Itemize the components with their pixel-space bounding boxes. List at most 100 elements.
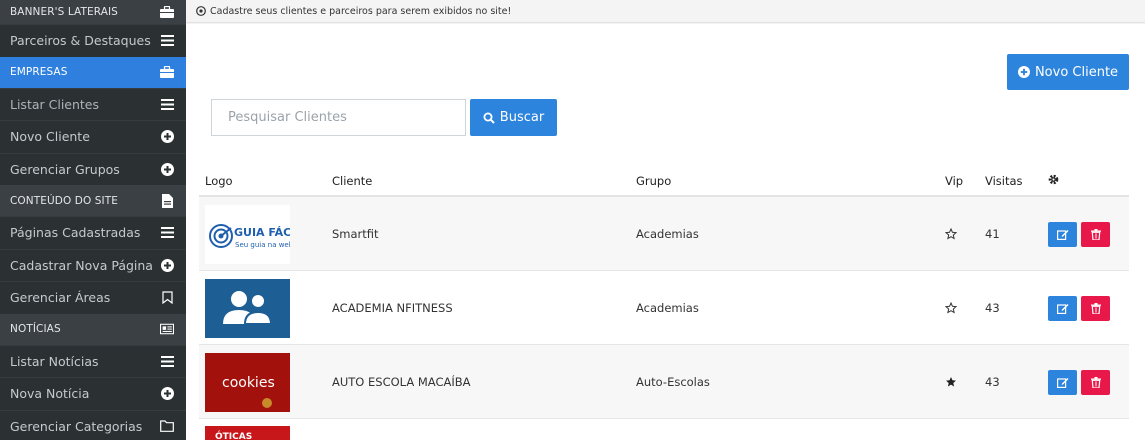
table-header: Logo Cliente Grupo Vip Visitas	[199, 164, 1129, 197]
logo-text: GUIA FÁCIL	[234, 226, 290, 239]
info-bar: Cadastre seus clientes e parceiros para …	[186, 0, 1145, 23]
client-visits: 41	[985, 227, 1000, 241]
sidebar-item-cadastrar-pagina[interactable]: Cadastrar Nova Página	[0, 248, 186, 282]
menu-icon	[160, 226, 174, 240]
client-visits: 43	[985, 375, 1000, 389]
client-name: AUTO ESCOLA MACAÍBA	[332, 375, 471, 389]
bookmark-icon	[160, 291, 174, 305]
sidebar-header-label: BANNER'S LATERAIS	[10, 6, 118, 18]
sidebar-item-label: Parceiros & Destaques	[10, 33, 151, 49]
edit-icon	[1056, 303, 1068, 314]
plus-circle-icon	[160, 387, 174, 401]
edit-icon	[1056, 377, 1068, 388]
sidebar-item-gerenciar-categorias[interactable]: Gerenciar Categorias	[0, 409, 186, 440]
edit-icon	[1056, 229, 1068, 240]
column-header-cliente: Cliente	[332, 174, 373, 188]
delete-button[interactable]	[1081, 221, 1110, 247]
sidebar-item-label: Cadastrar Nova Página	[10, 257, 153, 273]
plus-circle-icon	[160, 130, 174, 144]
folder-icon	[160, 419, 174, 433]
table-row: ÓTICAS	[199, 419, 1129, 440]
menu-icon	[160, 354, 174, 368]
sidebar-item-label: Gerenciar Áreas	[10, 290, 111, 306]
sidebar-item-listar-clientes[interactable]: Listar Clientes	[0, 87, 186, 121]
search-icon	[483, 112, 495, 124]
edit-button[interactable]	[1048, 295, 1077, 321]
sidebar: BANNER'S LATERAIS Parceiros & Destaques …	[0, 0, 186, 440]
sidebar-header-label: CONTEÚDO DO SITE	[10, 194, 118, 207]
plus-circle-icon	[160, 162, 174, 176]
clients-table: Logo Cliente Grupo Vip Visitas GUIA FÁC …	[199, 164, 1129, 440]
search-button-label: Buscar	[499, 110, 545, 125]
briefcase-icon	[160, 65, 174, 79]
info-bar-text: Cadastre seus clientes e parceiros para …	[210, 5, 512, 17]
sidebar-item-gerenciar-areas[interactable]: Gerenciar Áreas	[0, 281, 186, 314]
client-logo-cell: GUIA FÁCIL Seu guia na web	[205, 197, 290, 271]
client-group: Academias	[636, 227, 699, 241]
column-header-logo: Logo	[205, 174, 233, 188]
vip-star-filled-icon[interactable]	[945, 345, 957, 419]
client-group: Auto-Escolas	[636, 375, 710, 389]
sidebar-item-label: Páginas Cadastradas	[10, 225, 141, 241]
edit-button[interactable]	[1048, 221, 1077, 247]
row-actions	[1048, 345, 1114, 419]
people-logo	[205, 278, 290, 338]
sidebar-item-label: Gerenciar Grupos	[10, 161, 120, 177]
sidebar-item-label: Gerenciar Categorias	[10, 418, 143, 434]
guia-facil-logo: GUIA FÁCIL Seu guia na web	[205, 204, 290, 264]
sidebar-item-listar-noticias[interactable]: Listar Notícias	[0, 344, 186, 378]
sidebar-item-label: Listar Notícias	[10, 353, 99, 369]
client-logo-cell: cookies	[205, 345, 290, 419]
trash-icon	[1090, 228, 1101, 240]
column-header-vip: Vip	[945, 174, 964, 188]
main-area: Cadastre seus clientes e parceiros para …	[186, 0, 1145, 440]
trash-icon	[1090, 376, 1101, 388]
logo-text: cookies	[222, 375, 275, 391]
content-panel: Novo Cliente Buscar Logo Cliente Grupo V…	[186, 24, 1145, 440]
cookies-logo: cookies	[205, 352, 290, 412]
search-button[interactable]: Buscar	[470, 99, 557, 136]
sidebar-header-banners[interactable]: BANNER'S LATERAIS	[0, 0, 186, 24]
sidebar-item-gerenciar-grupos[interactable]: Gerenciar Grupos	[0, 152, 186, 186]
delete-button[interactable]	[1081, 369, 1110, 395]
sidebar-item-parceiros[interactable]: Parceiros & Destaques	[0, 24, 186, 57]
search-input[interactable]	[211, 99, 466, 136]
vip-star-empty-icon[interactable]	[945, 197, 957, 271]
sidebar-header-label: NOTÍCIAS	[10, 323, 61, 335]
sidebar-item-novo-cliente[interactable]: Novo Cliente	[0, 120, 186, 153]
sidebar-item-label: Listar Clientes	[10, 96, 100, 112]
oticas-logo: ÓTICAS	[205, 426, 290, 440]
table-row: ACADEMIA NFITNESS Academias 43	[199, 271, 1129, 345]
client-logo-cell: ÓTICAS	[205, 419, 290, 440]
table-row: GUIA FÁCIL Seu guia na web Smartfit Acad…	[199, 197, 1129, 271]
table-row: cookies AUTO ESCOLA MACAÍBA Auto-Escolas…	[199, 345, 1129, 419]
delete-button[interactable]	[1081, 295, 1110, 321]
row-actions	[1048, 271, 1114, 345]
vip-star-empty-icon[interactable]	[945, 271, 957, 345]
new-client-button[interactable]: Novo Cliente	[1007, 54, 1129, 90]
trash-icon	[1090, 302, 1101, 314]
sidebar-item-label: Novo Cliente	[10, 129, 90, 145]
sidebar-item-label: Nova Notícia	[10, 386, 90, 402]
new-client-label: Novo Cliente	[1034, 64, 1119, 80]
column-header-visitas: Visitas	[985, 174, 1023, 188]
plus-circle-icon	[1017, 66, 1030, 78]
sidebar-header-empresas[interactable]: EMPRESAS	[0, 56, 186, 88]
client-name: ACADEMIA NFITNESS	[332, 301, 453, 315]
app-root: BANNER'S LATERAIS Parceiros & Destaques …	[0, 0, 1145, 440]
sidebar-header-conteudo[interactable]: CONTEÚDO DO SITE	[0, 185, 186, 216]
client-logo-cell	[205, 271, 290, 345]
file-icon	[160, 193, 174, 208]
sidebar-header-noticias[interactable]: NOTÍCIAS	[0, 313, 186, 345]
menu-icon	[160, 34, 174, 48]
menu-icon	[160, 97, 174, 111]
logo-subtext: Seu guia na web	[235, 241, 290, 249]
briefcase-icon	[160, 5, 174, 19]
sidebar-item-nova-noticia[interactable]: Nova Notícia	[0, 377, 186, 410]
gear-icon	[1048, 174, 1059, 188]
newspaper-icon	[160, 322, 174, 336]
edit-button[interactable]	[1048, 369, 1077, 395]
client-group: Academias	[636, 301, 699, 315]
client-visits: 43	[985, 301, 1000, 315]
sidebar-item-paginas-cadastradas[interactable]: Páginas Cadastradas	[0, 216, 186, 249]
